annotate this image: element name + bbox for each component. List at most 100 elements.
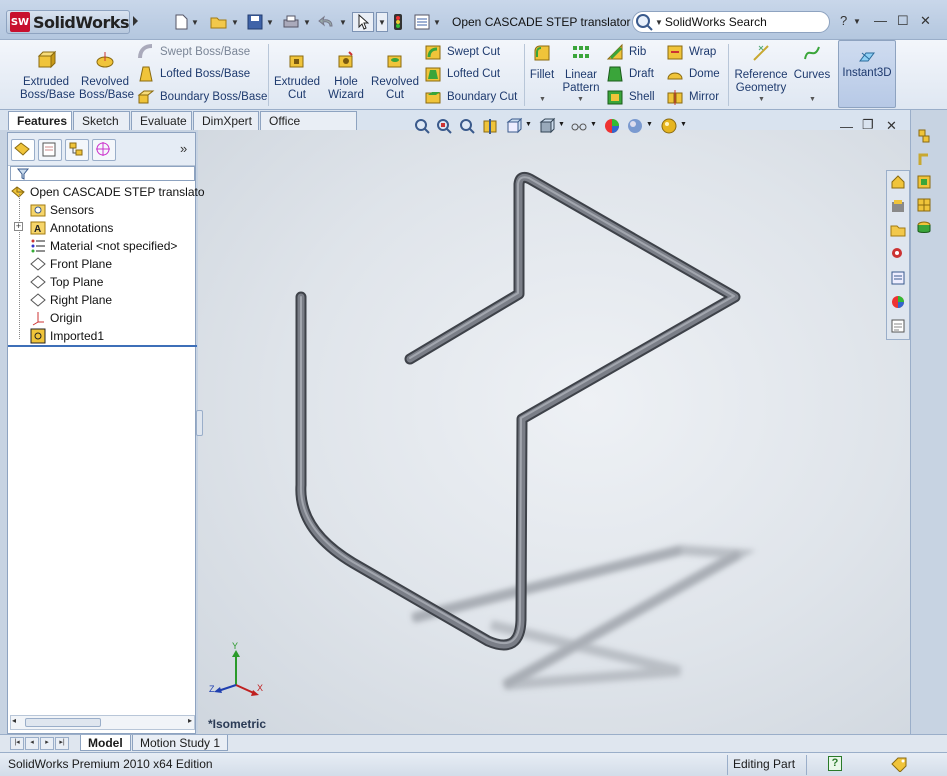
- quick-tips-button[interactable]: ?: [828, 756, 842, 771]
- model-view[interactable]: [198, 130, 910, 734]
- search-tab-icon[interactable]: [890, 246, 906, 262]
- solidworks-menu-button[interactable]: SW SolidWorks: [6, 10, 130, 34]
- search-dropdown-icon[interactable]: ▼: [655, 18, 663, 27]
- help-button[interactable]: ?: [840, 13, 847, 28]
- graphics-area[interactable]: Y X Z — ❐ ✕: [198, 117, 910, 734]
- extruded-boss-button[interactable]: Extruded Boss/Base: [20, 50, 75, 102]
- display-style-dropdown-icon[interactable]: ▼: [558, 121, 565, 128]
- curves-button[interactable]: Curves: [793, 43, 831, 82]
- scroll-left-icon[interactable]: ◂: [12, 716, 16, 725]
- instant3d-button[interactable]: Instant3D: [838, 40, 896, 108]
- apply-scene-icon[interactable]: [626, 117, 644, 135]
- dimxpertmanager-tab[interactable]: [92, 139, 116, 161]
- print-button[interactable]: ▼: [282, 12, 311, 32]
- restore-button[interactable]: ☐: [897, 13, 909, 29]
- extruded-cut-button[interactable]: Extruded Cut: [272, 50, 322, 102]
- propertymanager-tab[interactable]: [38, 139, 62, 161]
- dome-button[interactable]: Dome: [666, 64, 720, 84]
- apply-scene-dropdown-icon[interactable]: ▼: [646, 121, 653, 128]
- display-style-icon[interactable]: [538, 117, 556, 135]
- tree-item-annotations[interactable]: A Annotations: [30, 219, 113, 237]
- imported-tube-body[interactable]: [295, 171, 741, 651]
- save-button[interactable]: ▼: [247, 12, 274, 32]
- scroll-right-icon[interactable]: ▸: [188, 716, 192, 725]
- tree-root-part[interactable]: Open CASCADE STEP translato: [10, 183, 205, 201]
- tab-sketch[interactable]: Sketch: [73, 111, 130, 130]
- revolved-boss-button[interactable]: Revolved Boss/Base: [79, 50, 134, 102]
- lofted-boss-button[interactable]: Lofted Boss/Base: [137, 64, 250, 84]
- draft-button[interactable]: Draft: [606, 64, 654, 84]
- options-button[interactable]: ▼: [414, 12, 441, 32]
- tree-item-front-plane[interactable]: Front Plane: [30, 255, 112, 273]
- hide-show-items-icon[interactable]: [570, 117, 588, 135]
- curves-dropdown-icon[interactable]: ▼: [809, 96, 816, 103]
- tab-motion-study[interactable]: Motion Study 1: [132, 735, 229, 751]
- next-tab-nav-button[interactable]: ▸: [40, 737, 54, 750]
- zoom-to-fit-icon[interactable]: [413, 117, 431, 135]
- tree-item-right-plane[interactable]: Right Plane: [30, 291, 112, 309]
- tree-item-sensors[interactable]: Sensors: [30, 201, 94, 219]
- tab-office-products[interactable]: Office Products: [260, 111, 357, 142]
- tree-item-imported1[interactable]: Imported1: [30, 327, 104, 345]
- custom-properties-tab-icon[interactable]: [890, 318, 906, 334]
- view-orientation-dropdown-icon[interactable]: ▼: [525, 121, 532, 128]
- previous-view-icon[interactable]: [458, 117, 476, 135]
- feature-filter-field[interactable]: [10, 166, 195, 181]
- new-document-button[interactable]: ▼: [174, 12, 199, 32]
- viewport-minimize-button[interactable]: —: [840, 119, 853, 134]
- appearances-tab-icon[interactable]: [890, 294, 906, 310]
- panel-splitter-handle[interactable]: [196, 410, 203, 436]
- featuremanager-tree-tab[interactable]: [11, 139, 35, 161]
- viewport-restore-button[interactable]: ❐: [862, 117, 874, 133]
- swept-boss-button[interactable]: Swept Boss/Base: [137, 42, 250, 62]
- rollback-bar[interactable]: [8, 345, 197, 347]
- reference-geometry-dropdown-icon[interactable]: ▼: [758, 96, 765, 103]
- wrap-button[interactable]: Wrap: [666, 42, 716, 62]
- design-library-tab-icon[interactable]: [890, 198, 906, 214]
- select-dropdown[interactable]: ▼: [376, 12, 388, 32]
- fillet-button[interactable]: Fillet: [528, 43, 556, 82]
- view-settings-dropdown-icon[interactable]: ▼: [680, 121, 687, 128]
- mate-icon[interactable]: [916, 151, 932, 167]
- minimize-button[interactable]: —: [874, 13, 887, 28]
- assembly-icon[interactable]: [916, 128, 932, 144]
- lofted-cut-button[interactable]: Lofted Cut: [424, 64, 500, 84]
- help-dropdown-icon[interactable]: ▼: [853, 17, 861, 26]
- reference-geometry-button[interactable]: Reference Geometry: [732, 43, 790, 95]
- file-explorer-icon[interactable]: [890, 222, 906, 238]
- hide-show-dropdown-icon[interactable]: ▼: [590, 121, 597, 128]
- shell-button[interactable]: Shell: [606, 87, 655, 107]
- undo-button[interactable]: ▼: [318, 12, 347, 32]
- close-button[interactable]: ✕: [920, 13, 931, 29]
- fillet-dropdown-icon[interactable]: ▼: [539, 96, 546, 103]
- toolbox-icon[interactable]: [916, 220, 932, 236]
- boundary-boss-button[interactable]: Boundary Boss/Base: [137, 87, 267, 107]
- configurationmanager-tab[interactable]: [65, 139, 89, 161]
- edit-appearance-icon[interactable]: [603, 117, 621, 135]
- prev-tab-nav-button[interactable]: ◂: [25, 737, 39, 750]
- tree-item-origin[interactable]: Origin: [30, 309, 82, 327]
- menu-flyout-arrow-icon[interactable]: [133, 16, 138, 26]
- tree-item-top-plane[interactable]: Top Plane: [30, 273, 103, 291]
- units-tag-icon[interactable]: [890, 756, 908, 772]
- first-tab-nav-button[interactable]: |◂: [10, 737, 24, 750]
- expand-panel-chevron-icon[interactable]: »: [180, 141, 187, 156]
- linear-pattern-dropdown-icon[interactable]: ▼: [577, 96, 584, 103]
- rib-button[interactable]: Rib: [606, 42, 646, 62]
- view-palette-icon[interactable]: [916, 197, 932, 213]
- select-button[interactable]: [352, 12, 374, 32]
- mirror-button[interactable]: Mirror: [666, 87, 719, 107]
- view-settings-icon[interactable]: [660, 117, 678, 135]
- zoom-to-area-icon[interactable]: [435, 117, 453, 135]
- viewport-close-button[interactable]: ✕: [886, 118, 897, 134]
- view-palette-tab-icon[interactable]: [890, 270, 906, 286]
- feature-tree-scrollbar[interactable]: ◂ ▸: [10, 715, 195, 730]
- tab-dimxpert[interactable]: DimXpert: [193, 111, 259, 130]
- view-orientation-icon[interactable]: [505, 117, 523, 135]
- tab-model[interactable]: Model: [80, 735, 131, 751]
- rebuild-button[interactable]: [392, 12, 404, 32]
- section-view-icon[interactable]: [481, 117, 499, 135]
- tree-item-material[interactable]: Material <not specified>: [30, 237, 177, 255]
- last-tab-nav-button[interactable]: ▸|: [55, 737, 69, 750]
- linear-pattern-button[interactable]: Linear Pattern: [561, 43, 601, 95]
